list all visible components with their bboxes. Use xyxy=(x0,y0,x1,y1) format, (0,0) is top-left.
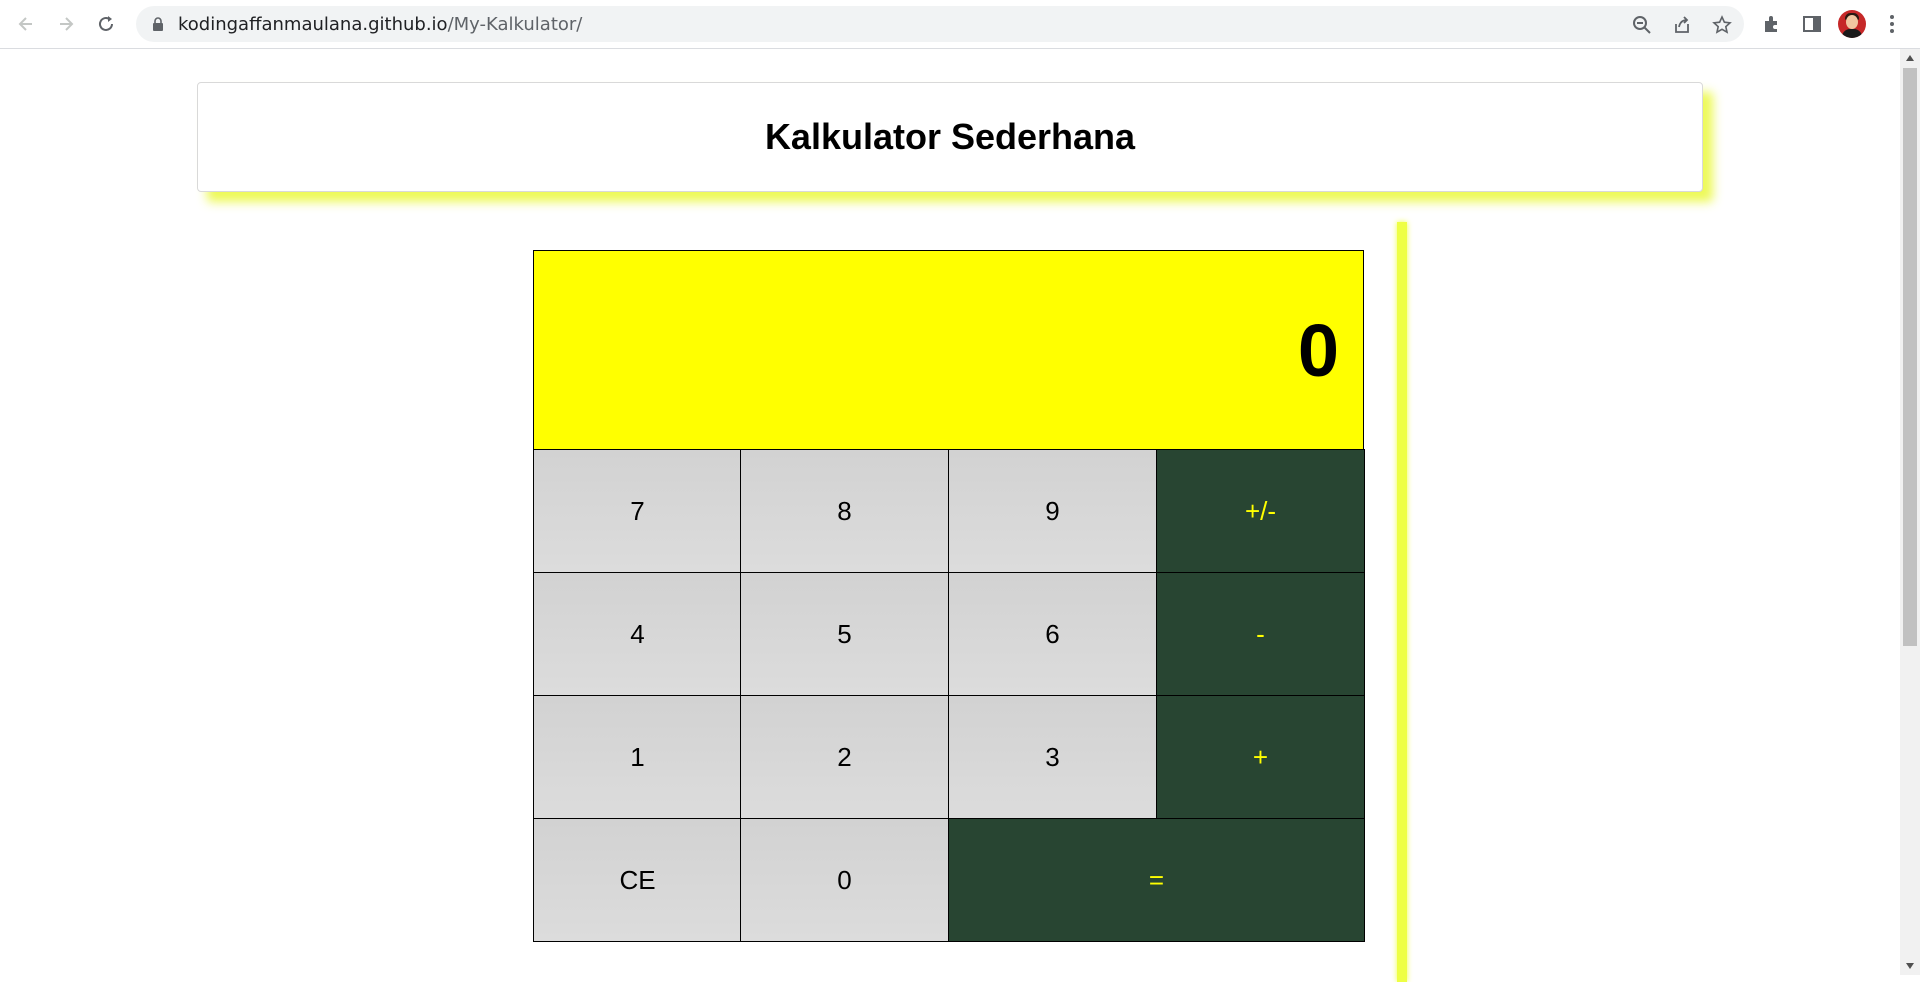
scroll-down-icon[interactable] xyxy=(1900,957,1920,975)
key-minus[interactable]: - xyxy=(1156,572,1365,696)
bookmark-star-icon[interactable] xyxy=(1710,13,1734,37)
browser-toolbar: kodingaffanmaulana.github.io/My-Kalkulat… xyxy=(0,0,1920,49)
key-9[interactable]: 9 xyxy=(948,449,1157,573)
avatar-face xyxy=(1846,15,1858,29)
menu-dots-icon[interactable] xyxy=(1880,12,1904,36)
url-host: kodingaffanmaulana.github.io xyxy=(178,14,448,35)
key-8[interactable]: 8 xyxy=(740,449,949,573)
zoom-out-icon[interactable] xyxy=(1630,13,1654,37)
keypad: 7 8 9 +/- 4 5 6 - 1 2 3 + CE 0 = xyxy=(533,449,1366,942)
header-card: Kalkulator Sederhana xyxy=(197,82,1703,192)
lock-icon[interactable] xyxy=(150,16,166,32)
calculator-display: 0 xyxy=(533,250,1364,450)
key-6[interactable]: 6 xyxy=(948,572,1157,696)
back-icon[interactable] xyxy=(12,10,40,38)
key-5[interactable]: 5 xyxy=(740,572,949,696)
side-panel-icon[interactable] xyxy=(1800,12,1824,36)
key-3[interactable]: 3 xyxy=(948,695,1157,819)
key-7[interactable]: 7 xyxy=(533,449,742,573)
key-0[interactable]: 0 xyxy=(740,818,949,942)
page-scrollbar[interactable] xyxy=(1900,49,1920,975)
key-2[interactable]: 2 xyxy=(740,695,949,819)
key-4[interactable]: 4 xyxy=(533,572,742,696)
address-bar[interactable]: kodingaffanmaulana.github.io/My-Kalkulat… xyxy=(136,6,1744,42)
calculator-shadow xyxy=(1397,222,1407,982)
calculator: 0 7 8 9 +/- 4 5 6 - 1 2 3 + CE 0 = xyxy=(533,250,1366,942)
key-equals[interactable]: = xyxy=(948,818,1365,942)
forward-icon[interactable] xyxy=(52,10,80,38)
key-plus-minus[interactable]: +/- xyxy=(1156,449,1365,573)
scroll-up-icon[interactable] xyxy=(1900,49,1920,67)
key-plus[interactable]: + xyxy=(1156,695,1365,819)
scroll-thumb[interactable] xyxy=(1903,68,1917,646)
share-icon[interactable] xyxy=(1670,13,1694,37)
avatar-shirt xyxy=(1842,29,1862,38)
display-value: 0 xyxy=(1297,308,1339,392)
key-ce[interactable]: CE xyxy=(533,818,742,942)
url-path: /My-Kalkulator/ xyxy=(447,14,583,35)
reload-icon[interactable] xyxy=(92,10,120,38)
page-title: Kalkulator Sederhana xyxy=(764,116,1136,157)
profile-avatar[interactable] xyxy=(1838,10,1866,38)
key-1[interactable]: 1 xyxy=(533,695,742,819)
extensions-icon[interactable] xyxy=(1760,12,1784,36)
url-text[interactable]: kodingaffanmaulana.github.io/My-Kalkulat… xyxy=(178,14,582,35)
